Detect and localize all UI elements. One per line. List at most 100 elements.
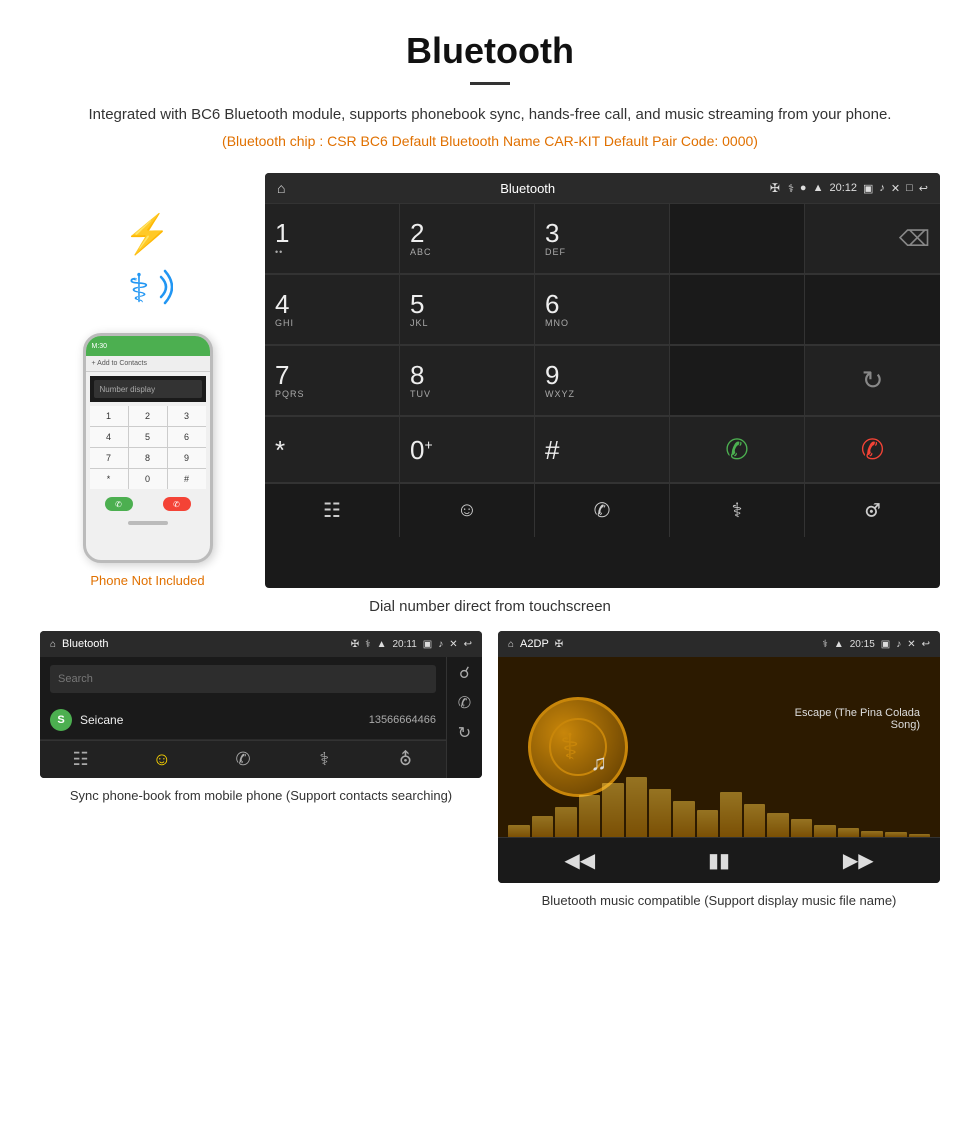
pb-vol-icon: ♪ bbox=[438, 639, 443, 650]
bottom-bluetooth-btn[interactable]: ⚕ bbox=[670, 484, 805, 537]
eq-bar-5 bbox=[602, 783, 624, 837]
phone-section: ⚡ ⚕ M:30 + Add to Contacts bbox=[40, 173, 255, 588]
music-time: 20:15 bbox=[850, 639, 875, 650]
pb-signal-icon: ▲ bbox=[377, 639, 387, 650]
pb-contact-avatar: S bbox=[50, 709, 72, 731]
phone-mockup: M:30 + Add to Contacts Number display 1 … bbox=[83, 333, 213, 563]
phone-key-6[interactable]: 6 bbox=[168, 427, 206, 447]
pb-phone-side-icon[interactable]: ✆ bbox=[458, 693, 471, 713]
car-status-bar: ⌂ Bluetooth ✠ ⚕ ● ▲ 20:12 ▣ ♪ ✕ □ ↩ bbox=[265, 173, 940, 203]
dialpad-key-7[interactable]: 7 PQRS bbox=[265, 346, 400, 416]
phone-key-3[interactable]: 3 bbox=[168, 406, 206, 426]
pb-close-icon[interactable]: ✕ bbox=[449, 639, 457, 650]
dialpad-key-4[interactable]: 4 GHI bbox=[265, 275, 400, 345]
music-bt-icon: ⚕ bbox=[822, 639, 827, 650]
music-close-icon[interactable]: ✕ bbox=[907, 639, 915, 650]
dialpad-key-6[interactable]: 6 MNO bbox=[535, 275, 670, 345]
eq-bar-14 bbox=[814, 825, 836, 837]
pb-contacts-btn[interactable]: ☺ bbox=[121, 749, 202, 770]
next-track-button[interactable]: ▶▶ bbox=[843, 848, 874, 873]
dialpad-backspace[interactable]: ⌫ bbox=[805, 204, 940, 274]
pb-phone-btn[interactable]: ✆ bbox=[202, 749, 283, 770]
back-icon[interactable]: ↩ bbox=[919, 182, 928, 195]
pb-home-icon[interactable]: ⌂ bbox=[50, 639, 56, 650]
status-icons: ⚕ ● ▲ 20:12 ▣ ♪ ✕ □ ↩ bbox=[788, 182, 928, 195]
play-pause-button[interactable]: ▮▮ bbox=[708, 848, 730, 873]
music-usb-icon: ✠ bbox=[555, 639, 563, 650]
eq-bar-10 bbox=[720, 792, 742, 837]
phone-key-7[interactable]: 7 bbox=[90, 448, 128, 468]
phone-dialpad: 1 2 3 4 5 6 7 8 9 * 0 # bbox=[90, 406, 206, 489]
add-contacts-label: + Add to Contacts bbox=[92, 360, 147, 367]
dialpad-key-star[interactable]: * bbox=[265, 417, 400, 483]
phone-status-text: M:30 bbox=[92, 343, 108, 350]
dialpad-key-8[interactable]: 8 TUV bbox=[400, 346, 535, 416]
dialpad-key-5[interactable]: 5 JKL bbox=[400, 275, 535, 345]
pb-bottom-bar: ☷ ☺ ✆ ⚕ ⛢ bbox=[40, 740, 446, 778]
phone-key-star[interactable]: * bbox=[90, 469, 128, 489]
home-icon[interactable]: ⌂ bbox=[277, 180, 285, 196]
pb-link-btn[interactable]: ⛢ bbox=[365, 749, 446, 770]
dialpad-row-2: 4 GHI 5 JKL 6 MNO bbox=[265, 274, 940, 345]
dialpad-end-button[interactable]: ✆ bbox=[805, 417, 940, 483]
eq-bar-18 bbox=[909, 834, 931, 837]
dialpad-key-2[interactable]: 2 ABC bbox=[400, 204, 535, 274]
pb-bt-btn[interactable]: ⚕ bbox=[284, 749, 365, 770]
pb-back-icon[interactable]: ↩ bbox=[464, 639, 472, 650]
dialpad-key-9[interactable]: 9 WXYZ bbox=[535, 346, 670, 416]
dialpad-key-1[interactable]: 1 •• bbox=[265, 204, 400, 274]
phone-key-2[interactable]: 2 bbox=[129, 406, 167, 426]
music-controls: ◀◀ ▮▮ ▶▶ bbox=[498, 837, 940, 883]
music-home-icon[interactable]: ⌂ bbox=[508, 639, 514, 650]
phone-key-4[interactable]: 4 bbox=[90, 427, 128, 447]
pb-camera-icon: ▣ bbox=[423, 639, 432, 650]
bluetooth-signal-icon: ⚕ bbox=[123, 257, 173, 317]
eq-bar-6 bbox=[626, 777, 648, 837]
phone-home-indicator bbox=[128, 521, 168, 525]
dialpad-call-button[interactable]: ✆ bbox=[670, 417, 805, 483]
phone-key-5[interactable]: 5 bbox=[129, 427, 167, 447]
bluetooth-icon-area: ⚡ ⚕ bbox=[123, 213, 173, 317]
phone-key-0[interactable]: 0 bbox=[129, 469, 167, 489]
signal-icon: ▲ bbox=[813, 182, 824, 194]
phone-end-button[interactable]: ✆ bbox=[163, 497, 191, 511]
pb-main-area: Search S Seicane 13566664466 ☷ ☺ bbox=[40, 657, 446, 778]
dialpad-empty-2 bbox=[805, 275, 940, 345]
pb-bt-icon: ⚕ bbox=[365, 639, 370, 650]
pb-layout: Search S Seicane 13566664466 ☷ ☺ bbox=[40, 657, 482, 778]
bottom-dialpad-btn[interactable]: ☷ bbox=[265, 484, 400, 537]
close-icon[interactable]: ✕ bbox=[891, 182, 900, 195]
dialpad-empty-1 bbox=[670, 275, 805, 345]
eq-bar-2 bbox=[532, 816, 554, 837]
dialpad-key-0[interactable]: 0+ bbox=[400, 417, 535, 483]
pb-contact-number: 13566664466 bbox=[369, 714, 436, 726]
bottom-phone-btn[interactable]: ✆ bbox=[535, 484, 670, 537]
location-icon: ● bbox=[800, 182, 807, 194]
eq-bar-8 bbox=[673, 801, 695, 837]
eq-bar-15 bbox=[838, 828, 860, 837]
phone-key-9[interactable]: 9 bbox=[168, 448, 206, 468]
title-divider bbox=[470, 82, 510, 85]
pb-dialpad-btn[interactable]: ☷ bbox=[40, 749, 121, 770]
pb-search-side-icon[interactable]: ☌ bbox=[459, 663, 470, 683]
music-back-icon[interactable]: ↩ bbox=[922, 639, 930, 650]
phone-key-hash[interactable]: # bbox=[168, 469, 206, 489]
bottom-contacts-btn[interactable]: ☺ bbox=[400, 484, 535, 537]
music-title: A2DP bbox=[520, 638, 549, 650]
phone-key-1[interactable]: 1 bbox=[90, 406, 128, 426]
dialpad-key-hash[interactable]: # bbox=[535, 417, 670, 483]
phone-call-button[interactable]: ✆ bbox=[105, 497, 133, 511]
dialpad-refresh[interactable]: ↻ bbox=[805, 346, 940, 416]
music-screenshot-block: ⌂ A2DP ✠ ⚕ ▲ 20:15 ▣ ♪ ✕ ↩ bbox=[498, 631, 940, 911]
music-content-area: ⚕ ♫ Escape (The Pina Colada Song) bbox=[498, 657, 940, 837]
pb-contact-row[interactable]: S Seicane 13566664466 bbox=[40, 701, 446, 740]
dialpad-key-3[interactable]: 3 DEF bbox=[535, 204, 670, 274]
phone-key-8[interactable]: 8 bbox=[129, 448, 167, 468]
music-caption: Bluetooth music compatible (Support disp… bbox=[542, 891, 897, 911]
bottom-link-btn[interactable]: ⛢ bbox=[805, 484, 940, 537]
prev-track-button[interactable]: ◀◀ bbox=[564, 848, 595, 873]
pb-title: Bluetooth bbox=[62, 638, 345, 650]
pb-search-input[interactable]: Search bbox=[50, 665, 436, 693]
window-icon: □ bbox=[906, 182, 913, 194]
pb-refresh-side-icon[interactable]: ↻ bbox=[458, 723, 471, 743]
